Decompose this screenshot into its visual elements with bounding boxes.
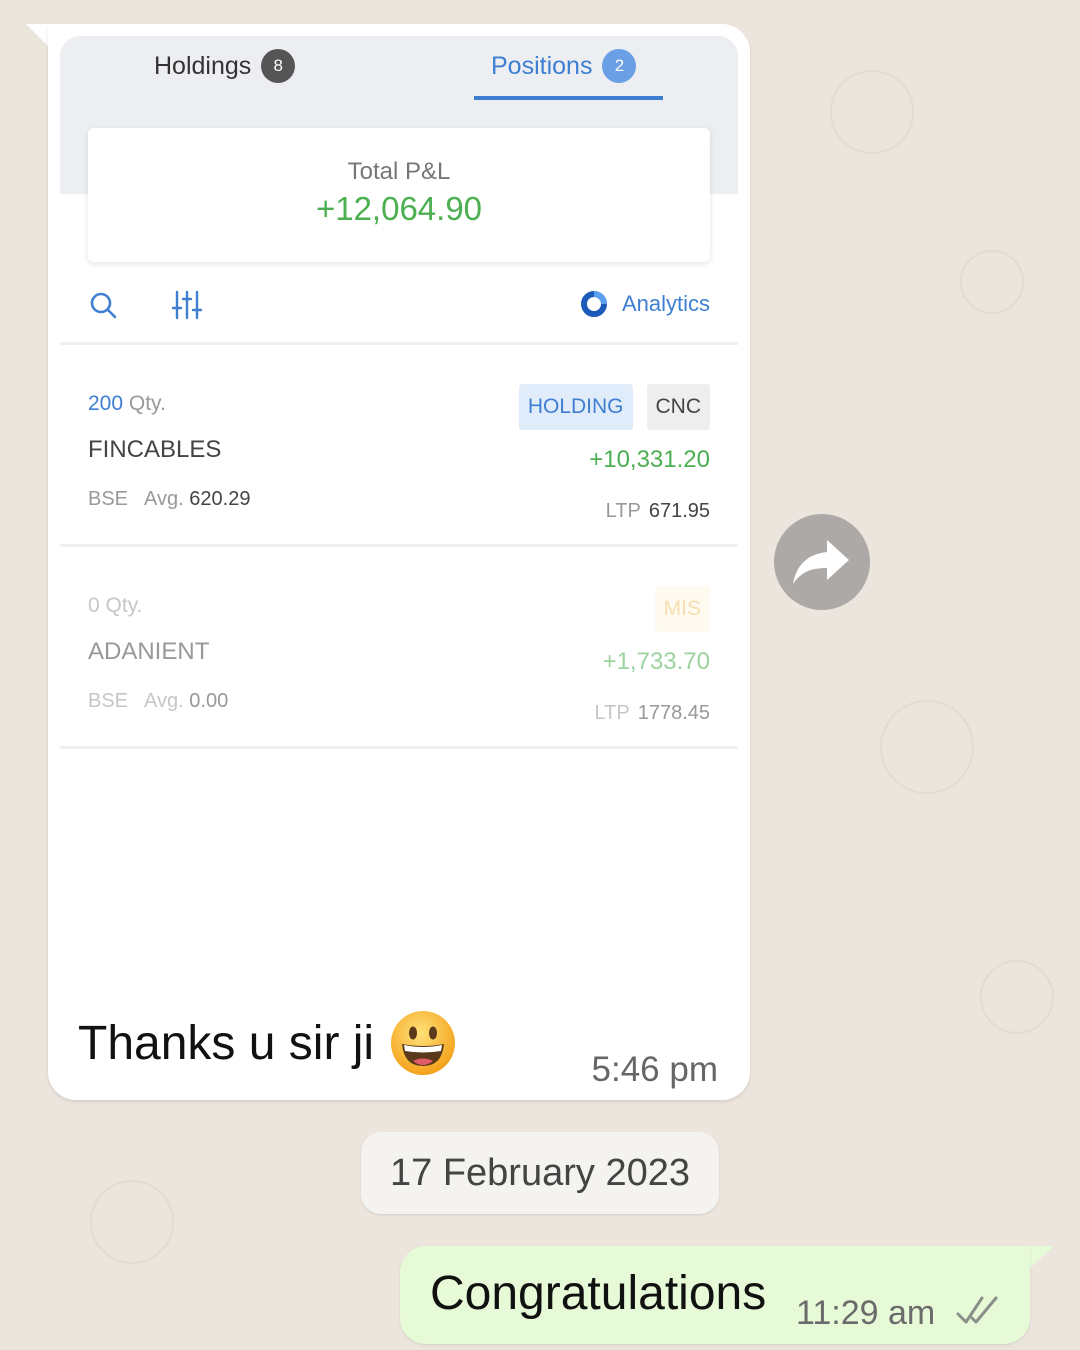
position-tags: MIS bbox=[654, 586, 710, 632]
exchange-label: BSE bbox=[88, 488, 129, 510]
divider bbox=[60, 342, 738, 345]
tab-holdings-label: Holdings bbox=[154, 51, 252, 80]
outgoing-message-bubble[interactable]: Congratulations 11:29 am bbox=[400, 1246, 1030, 1344]
ltp-value: 671.95 bbox=[648, 500, 710, 522]
position-row-fincables[interactable]: 200 Qty. FINCABLES BSE Avg. 620.29 HOLDI… bbox=[60, 356, 738, 546]
tab-positions[interactable]: Positions 2 bbox=[491, 44, 637, 88]
divider bbox=[60, 746, 738, 749]
active-tab-indicator bbox=[474, 96, 663, 100]
holdings-count-badge: 8 bbox=[261, 49, 296, 83]
positions-count-badge: 2 bbox=[602, 49, 637, 83]
ltp-label: LTP bbox=[594, 702, 630, 724]
analytics-label: Analytics bbox=[621, 291, 710, 316]
avg-label: Avg. bbox=[144, 488, 184, 510]
read-double-tick-icon bbox=[956, 1296, 998, 1324]
position-symbol: FINCABLES bbox=[88, 436, 222, 463]
product-type-tag: CNC bbox=[646, 384, 710, 430]
shared-screenshot[interactable]: Holdings 8 Positions 2 Total P&L +12,064… bbox=[60, 36, 738, 756]
qty-value: 0 bbox=[88, 594, 100, 617]
position-qty: 0 Qty. bbox=[88, 594, 142, 618]
forward-button[interactable] bbox=[774, 514, 870, 610]
avg-value: 620.29 bbox=[189, 488, 251, 510]
qty-value: 200 bbox=[88, 392, 124, 415]
analytics-ring-icon bbox=[580, 291, 607, 317]
wallpaper-doodle bbox=[980, 960, 1054, 1034]
wallpaper-doodle bbox=[830, 70, 914, 154]
outgoing-bubble-tail bbox=[1028, 1246, 1054, 1270]
avg-label: Avg. bbox=[144, 690, 184, 712]
incoming-message-time: 5:46 pm bbox=[591, 1050, 718, 1089]
product-type-tag: MIS bbox=[654, 586, 710, 632]
divider bbox=[60, 544, 738, 547]
message-text: Thanks u sir ji bbox=[78, 1016, 375, 1070]
position-qty: 200 Qty. bbox=[88, 392, 166, 416]
forward-arrow-icon bbox=[793, 540, 849, 584]
wallpaper-doodle bbox=[880, 700, 974, 794]
avg-group: Avg. 620.29 bbox=[144, 488, 250, 511]
holding-tag: HOLDING bbox=[518, 384, 633, 430]
exchange-label: BSE bbox=[88, 690, 129, 712]
date-separator: 17 February 2023 bbox=[361, 1132, 719, 1214]
avg-group: Avg. 0.00 bbox=[144, 690, 228, 713]
qty-unit: Qty. bbox=[105, 594, 143, 617]
tab-positions-label: Positions bbox=[491, 51, 593, 80]
position-ltp: LTP 1778.45 bbox=[595, 702, 711, 725]
avg-value: 0.00 bbox=[189, 690, 229, 712]
total-pnl-value: +12,064.90 bbox=[315, 190, 483, 227]
outgoing-message-time: 11:29 am bbox=[796, 1294, 936, 1332]
total-pnl-card: Total P&L +12,064.90 bbox=[88, 128, 710, 262]
position-tags: HOLDING CNC bbox=[518, 384, 710, 430]
filter-sliders-icon[interactable] bbox=[170, 288, 204, 322]
search-icon[interactable] bbox=[86, 288, 120, 322]
position-exchange-avg: BSE Avg. 620.29 bbox=[88, 488, 250, 511]
incoming-message-text: Thanks u sir ji bbox=[78, 1008, 458, 1078]
wallpaper-doodle bbox=[960, 250, 1024, 314]
ltp-label: LTP bbox=[605, 500, 641, 522]
wallpaper-doodle bbox=[90, 1180, 174, 1264]
position-exchange-avg: BSE Avg. 0.00 bbox=[88, 690, 228, 713]
qty-unit: Qty. bbox=[128, 392, 166, 415]
grinning-face-emoji-icon bbox=[391, 1011, 456, 1075]
position-symbol: ADANIENT bbox=[88, 638, 210, 665]
tab-holdings[interactable]: Holdings 8 bbox=[154, 44, 296, 88]
position-pnl: +10,331.20 bbox=[589, 446, 710, 473]
outgoing-message-text: Congratulations bbox=[430, 1267, 767, 1320]
position-pnl: +1,733.70 bbox=[602, 648, 710, 675]
total-pnl-label: Total P&L bbox=[347, 158, 451, 185]
ltp-value: 1778.45 bbox=[637, 702, 710, 724]
analytics-button[interactable]: Analytics bbox=[580, 290, 710, 318]
position-row-adanient[interactable]: 0 Qty. ADANIENT BSE Avg. 0.00 MIS +1,733… bbox=[60, 558, 738, 748]
positions-toolbar: Analytics bbox=[60, 284, 738, 334]
position-ltp: LTP 671.95 bbox=[606, 500, 710, 523]
